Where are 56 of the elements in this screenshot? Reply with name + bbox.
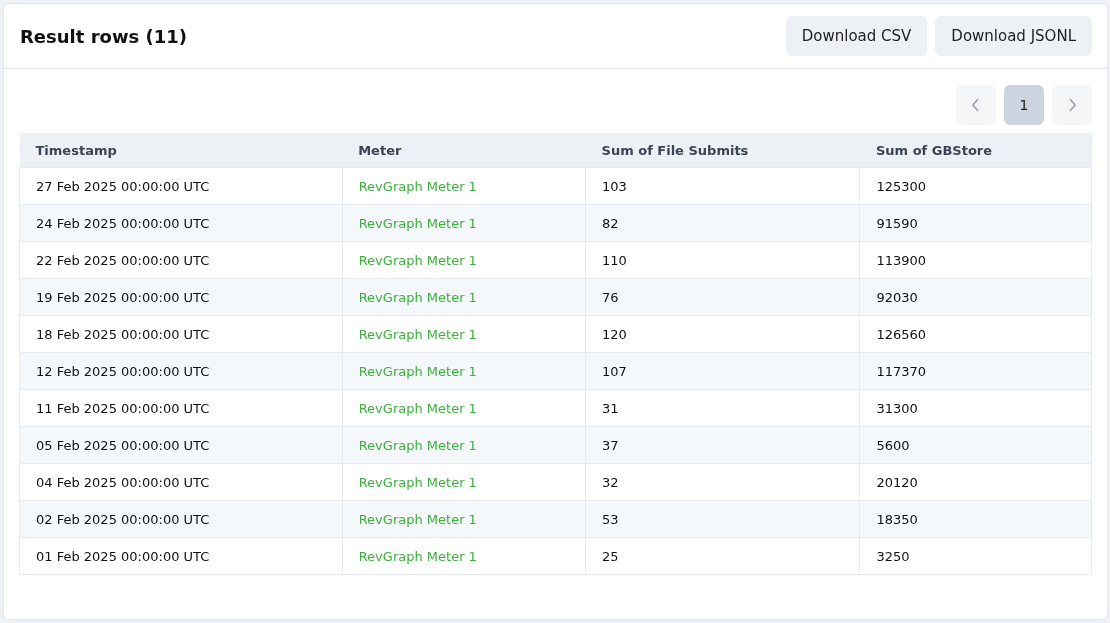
meter-link[interactable]: RevGraph Meter 1 bbox=[342, 278, 586, 316]
table-cell: 53 bbox=[585, 500, 860, 538]
table-cell: 31 bbox=[585, 389, 860, 427]
table-cell: 3250 bbox=[859, 537, 1092, 575]
table-cell: 103 bbox=[585, 167, 860, 205]
table-cell: 25 bbox=[585, 537, 860, 575]
column-header: Meter bbox=[342, 133, 586, 168]
table-cell: 113900 bbox=[859, 241, 1092, 279]
table-cell: 107 bbox=[585, 352, 860, 390]
table-cell: 82 bbox=[585, 204, 860, 242]
table-cell: 18 Feb 2025 00:00:00 UTC bbox=[19, 315, 343, 353]
meter-link[interactable]: RevGraph Meter 1 bbox=[342, 426, 586, 464]
next-page-button[interactable] bbox=[1052, 85, 1092, 125]
table-cell: 01 Feb 2025 00:00:00 UTC bbox=[19, 537, 343, 575]
chevron-left-icon bbox=[971, 98, 981, 112]
table-cell: 125300 bbox=[859, 167, 1092, 205]
column-header: Timestamp bbox=[19, 133, 343, 168]
column-header: Sum of GBStore bbox=[859, 133, 1092, 168]
table-cell: 24 Feb 2025 00:00:00 UTC bbox=[19, 204, 343, 242]
section-title: Result rows (11) bbox=[20, 25, 187, 47]
meter-link[interactable]: RevGraph Meter 1 bbox=[342, 204, 586, 242]
meter-link[interactable]: RevGraph Meter 1 bbox=[342, 315, 586, 353]
table-cell: 19 Feb 2025 00:00:00 UTC bbox=[19, 278, 343, 316]
meter-link[interactable]: RevGraph Meter 1 bbox=[342, 500, 586, 538]
meter-link[interactable]: RevGraph Meter 1 bbox=[342, 241, 586, 279]
page-button[interactable]: 1 bbox=[1004, 85, 1044, 125]
table-cell: 31300 bbox=[859, 389, 1092, 427]
table-cell: 92030 bbox=[859, 278, 1092, 316]
table-cell: 117370 bbox=[859, 352, 1092, 390]
column-header: Sum of File Submits bbox=[585, 133, 860, 168]
table-cell: 32 bbox=[585, 463, 860, 501]
table-cell: 126560 bbox=[859, 315, 1092, 353]
download-button[interactable]: Download CSV bbox=[785, 16, 928, 56]
previous-page-button[interactable] bbox=[956, 85, 996, 125]
table-cell: 12 Feb 2025 00:00:00 UTC bbox=[19, 352, 343, 390]
table-cell: 05 Feb 2025 00:00:00 UTC bbox=[19, 426, 343, 464]
download-button[interactable]: Download JSONL bbox=[935, 16, 1092, 56]
table-cell: 11 Feb 2025 00:00:00 UTC bbox=[19, 389, 343, 427]
meter-link[interactable]: RevGraph Meter 1 bbox=[342, 352, 586, 390]
chevron-right-icon bbox=[1067, 98, 1077, 112]
table-cell: 91590 bbox=[859, 204, 1092, 242]
meter-link[interactable]: RevGraph Meter 1 bbox=[342, 389, 586, 427]
table-cell: 22 Feb 2025 00:00:00 UTC bbox=[19, 241, 343, 279]
meter-link[interactable]: RevGraph Meter 1 bbox=[342, 167, 586, 205]
table-cell: 110 bbox=[585, 241, 860, 279]
table-cell: 02 Feb 2025 00:00:00 UTC bbox=[19, 500, 343, 538]
table-cell: 5600 bbox=[859, 426, 1092, 464]
table-cell: 37 bbox=[585, 426, 860, 464]
table-cell: 27 Feb 2025 00:00:00 UTC bbox=[19, 167, 343, 205]
meter-link[interactable]: RevGraph Meter 1 bbox=[342, 537, 586, 575]
meter-link[interactable]: RevGraph Meter 1 bbox=[342, 463, 586, 501]
table-cell: 18350 bbox=[859, 500, 1092, 538]
table-cell: 20120 bbox=[859, 463, 1092, 501]
table-cell: 04 Feb 2025 00:00:00 UTC bbox=[19, 463, 343, 501]
table-cell: 120 bbox=[585, 315, 860, 353]
table-cell: 76 bbox=[585, 278, 860, 316]
